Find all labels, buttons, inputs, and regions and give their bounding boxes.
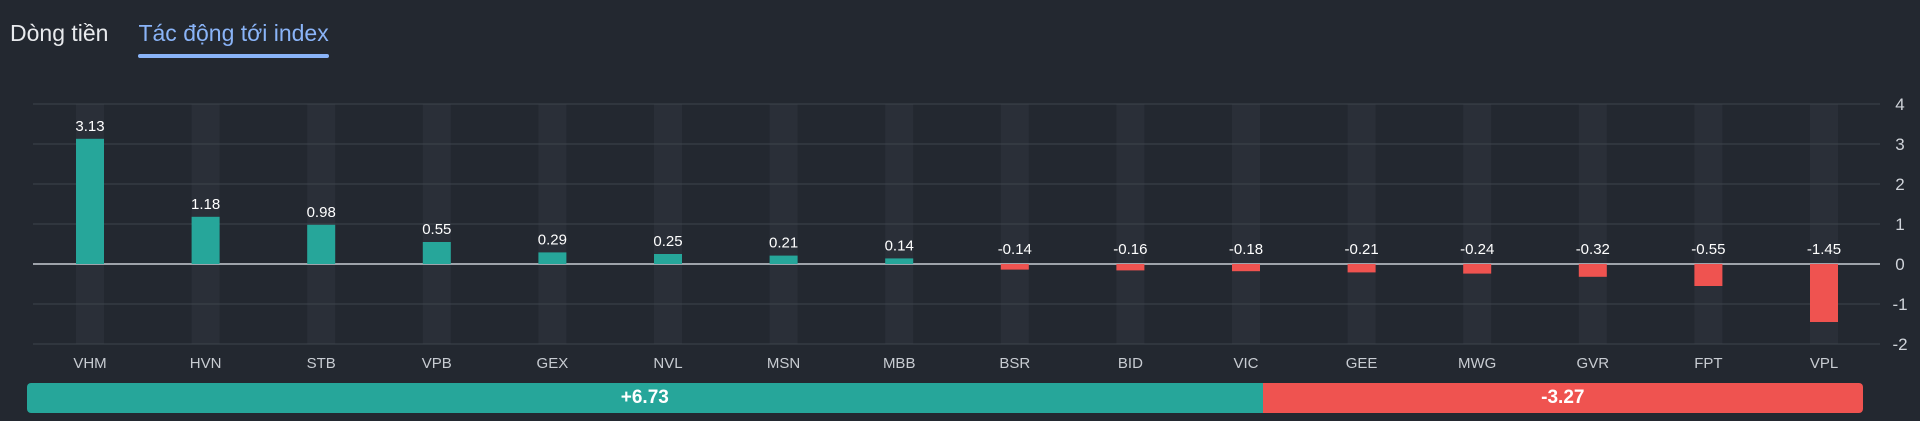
category-label: HVN [190, 355, 222, 372]
total-negative: -3.27 [1262, 383, 1863, 413]
y-tick-label: -1 [1892, 295, 1907, 314]
data-label: 3.13 [75, 118, 104, 135]
category-label: GVR [1577, 355, 1610, 372]
data-label: -0.55 [1691, 241, 1725, 258]
bar-hvn [191, 216, 220, 264]
bar-vhm [76, 138, 104, 264]
bar-mwg [1463, 264, 1492, 274]
bar-vpb [422, 242, 451, 264]
category-label: FPT [1694, 355, 1722, 372]
bar-fpt [1694, 264, 1723, 286]
total-positive: +6.73 [27, 383, 1263, 413]
data-label: 0.55 [422, 221, 451, 238]
category-label: GEX [537, 355, 569, 372]
y-tick-label: 0 [1895, 255, 1904, 274]
bar-gex [538, 252, 567, 264]
bar-gee [1347, 264, 1376, 273]
category-label: MSN [767, 355, 800, 372]
data-label: -0.24 [1460, 241, 1494, 258]
y-tick-label: 2 [1895, 175, 1904, 194]
category-label: VPL [1810, 355, 1838, 372]
data-label: -0.18 [1229, 241, 1263, 258]
totals-bar: +6.73 -3.27 [27, 383, 1863, 413]
category-label: VPB [422, 355, 452, 372]
category-label: MWG [1458, 355, 1496, 372]
bar-vpl [1810, 264, 1838, 322]
bar-mbb [885, 258, 914, 264]
data-label: -0.32 [1576, 241, 1610, 258]
bar-vic [1232, 264, 1260, 272]
data-label: 0.29 [538, 231, 567, 248]
index-impact-chart: 4 3 2 1 0 -1 -2 3.13 VHM 1.18 HVN 0.98 STB 0.55 VPB 0.2… [33, 95, 1908, 372]
data-label: 0.98 [307, 204, 336, 221]
data-label: -0.16 [1113, 241, 1147, 258]
y-tick-label: 3 [1895, 135, 1904, 154]
tab-tac-dong-toi-index[interactable]: Tác động tới index [138, 18, 329, 58]
category-label: VHM [73, 355, 106, 372]
y-tick-label: 4 [1895, 95, 1904, 114]
category-label: STB [307, 355, 336, 372]
y-tick-label: -2 [1892, 335, 1907, 354]
category-label: BSR [999, 355, 1030, 372]
bar-bsr [1000, 264, 1029, 270]
category-label: BID [1118, 355, 1143, 372]
category-label: GEE [1346, 355, 1378, 372]
bar-msn [769, 255, 798, 264]
bar-stb [307, 224, 336, 264]
tab-dong-tien[interactable]: Dòng tiền [10, 18, 108, 58]
data-label: 0.14 [885, 237, 914, 254]
bar-bid [1116, 264, 1145, 271]
tab-bar: Dòng tiền Tác động tới index [10, 18, 329, 58]
data-label: 0.25 [653, 233, 682, 250]
data-label: -1.45 [1807, 241, 1841, 258]
category-label: MBB [883, 355, 916, 372]
category-label: VIC [1233, 355, 1258, 372]
data-label: -0.21 [1344, 241, 1378, 258]
bar-gvr [1578, 264, 1607, 277]
data-label: 1.18 [191, 196, 220, 213]
y-tick-label: 1 [1895, 215, 1904, 234]
data-label: -0.14 [998, 241, 1032, 258]
bar-nvl [654, 254, 682, 264]
data-label: 0.21 [769, 235, 798, 252]
category-label: NVL [653, 355, 682, 372]
